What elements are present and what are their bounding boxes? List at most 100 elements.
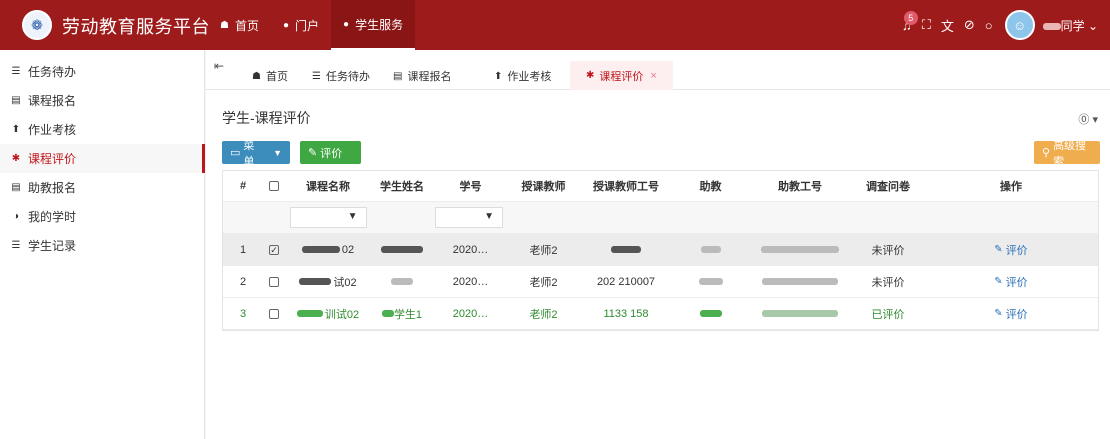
nav-home[interactable]: ☗ 首页 bbox=[208, 0, 271, 50]
course-name-filter[interactable]: ▼ bbox=[285, 202, 371, 233]
blurred-text bbox=[381, 310, 394, 317]
col-assistant-id[interactable]: 助教工号 bbox=[748, 171, 852, 201]
sidebar-item-tasks[interactable]: ☰ 任务待办 bbox=[0, 57, 204, 86]
notification-icon[interactable]: ♫ 5 bbox=[902, 10, 918, 33]
filter-icon[interactable]: ▼ bbox=[348, 211, 358, 222]
folder-icon: ▭ bbox=[230, 147, 241, 159]
course-name-text: 试02 bbox=[333, 276, 357, 289]
student-service-icon: ● bbox=[343, 18, 350, 30]
student-id-filter[interactable]: ▼ bbox=[433, 202, 508, 233]
assistant-id-cell bbox=[748, 266, 852, 297]
col-student-id[interactable]: 学号 bbox=[433, 171, 508, 201]
evaluate-link-inner[interactable]: ✎ 评价 bbox=[994, 242, 1027, 258]
student-id-cell: 2020… bbox=[452, 243, 489, 256]
top-nav: ☗ 首页 ● 门户 ● 学生服务 bbox=[208, 0, 416, 50]
portal-icon: ● bbox=[282, 19, 290, 31]
filter-icon[interactable]: ▼ bbox=[484, 211, 494, 222]
col-student-name[interactable]: 学生姓名 bbox=[371, 171, 433, 201]
tab-label: 课程评价 bbox=[599, 70, 644, 83]
sidebar-item-student-records[interactable]: ☰ 学生记录 bbox=[0, 231, 204, 260]
tab-label: 首页 bbox=[265, 71, 288, 83]
lock-icon[interactable]: ⊘ bbox=[964, 17, 975, 33]
asterisk-icon: ✱ bbox=[11, 153, 21, 164]
collapse-sidebar-icon[interactable]: ⇤ bbox=[214, 59, 224, 73]
advanced-search-button[interactable]: ⚲ 高级搜索 bbox=[1034, 140, 1100, 168]
sidebar-item-my-hours[interactable]: ◑ 我的学时 bbox=[0, 202, 204, 231]
nav-portal-label: 门户 bbox=[295, 18, 320, 33]
checkbox-icon bbox=[269, 181, 279, 191]
translate-icon[interactable]: 文 bbox=[941, 16, 954, 35]
evaluate-link[interactable]: ✎ 评价 bbox=[924, 234, 1098, 265]
table-row[interactable]: 2 试02 2020… 老师2 202 210007 未评价 ✎ 评价 bbox=[223, 266, 1098, 298]
table-row[interactable]: 3 训试02 学生1 2020… 老师2 1133 158 已评价 ✎ 评价 bbox=[223, 298, 1098, 330]
col-teacher-id[interactable]: 授课教师工号 bbox=[579, 171, 673, 201]
col-teacher[interactable]: 授课教师 bbox=[508, 171, 579, 201]
list-icon: ☰ bbox=[11, 66, 21, 77]
menu-button[interactable]: ▭ 菜单 ▼ bbox=[222, 140, 290, 168]
tab-tasks[interactable]: ☰ 任务待办 bbox=[312, 62, 370, 90]
help-icon[interactable]: ⓪ ▾ bbox=[1078, 111, 1098, 127]
blurred-text bbox=[391, 278, 413, 285]
sidebar-item-homework[interactable]: ⬆ 作业考核 bbox=[0, 115, 204, 144]
id-card-icon: ▤ bbox=[11, 95, 21, 106]
evaluate-link-label: 评价 bbox=[1005, 308, 1028, 321]
checkbox-checked-icon: ✓ bbox=[269, 244, 279, 255]
row-checkbox[interactable] bbox=[263, 298, 285, 329]
blurred-text bbox=[761, 246, 839, 253]
avatar[interactable]: ☺ bbox=[1004, 10, 1035, 40]
evaluate-button[interactable]: ✎ 评价 bbox=[300, 141, 361, 164]
sidebar-item-assistant-signup[interactable]: ▤ 助教报名 bbox=[0, 173, 204, 202]
assistant-cell bbox=[673, 234, 748, 265]
user-menu[interactable]: 同学 ⌄ bbox=[1042, 17, 1098, 34]
student-name-cell bbox=[371, 266, 433, 297]
teacher-cell: 老师2 bbox=[529, 244, 558, 257]
tab-home[interactable]: ☗ 首页 bbox=[252, 62, 288, 90]
course-name-cell: 试02 bbox=[285, 266, 371, 297]
search-icon: ⚲ bbox=[1042, 147, 1051, 159]
sidebar-item-label: 作业考核 bbox=[28, 123, 77, 137]
evaluate-link-inner[interactable]: ✎ 评价 bbox=[994, 306, 1027, 322]
notification-badge: 5 bbox=[903, 10, 918, 25]
student-id-filter-input[interactable]: ▼ bbox=[435, 207, 503, 228]
refresh-icon[interactable]: ○ bbox=[985, 18, 993, 33]
col-actions: 操作 bbox=[1000, 181, 1022, 193]
id-card-icon: ▤ bbox=[11, 182, 21, 193]
row-checkbox[interactable]: ✓ bbox=[263, 234, 285, 265]
nav-portal[interactable]: ● 门户 bbox=[271, 0, 331, 50]
row-checkbox[interactable] bbox=[263, 266, 285, 297]
course-name-filter-input[interactable]: ▼ bbox=[289, 207, 367, 228]
evaluate-link[interactable]: ✎ 评价 bbox=[924, 298, 1098, 329]
sidebar-item-label: 助教报名 bbox=[28, 181, 77, 195]
blurred-text bbox=[762, 310, 838, 317]
list-icon: ☰ bbox=[11, 240, 21, 251]
col-index: # bbox=[239, 180, 247, 192]
edit-icon: ✎ bbox=[308, 147, 318, 159]
fullscreen-icon[interactable]: ⛶ bbox=[922, 17, 931, 33]
nav-student-service[interactable]: ● 学生服务 bbox=[331, 0, 416, 50]
close-icon[interactable]: × bbox=[650, 70, 656, 82]
sidebar-item-course-signup[interactable]: ▤ 课程报名 bbox=[0, 86, 204, 115]
top-bar: ❁ 劳动教育服务平台 ☗ 首页 ● 门户 ● 学生服务 ♫ 5 ⛶ 文 ⊘ ○ ☺… bbox=[0, 0, 1110, 50]
col-survey[interactable]: 调查问卷 bbox=[852, 171, 924, 201]
assistant-cell bbox=[673, 266, 748, 297]
col-assistant[interactable]: 助教 bbox=[673, 171, 748, 201]
col-course-name[interactable]: 课程名称 bbox=[285, 171, 371, 201]
select-all-checkbox[interactable] bbox=[263, 171, 285, 201]
filter-row: ▼ ▼ bbox=[223, 202, 1098, 234]
sidebar-item-label: 学生记录 bbox=[28, 239, 77, 253]
evaluate-link-inner[interactable]: ✎ 评价 bbox=[994, 274, 1027, 290]
blurred-text bbox=[698, 278, 723, 285]
course-name-text: 训试02 bbox=[324, 308, 360, 321]
tab-homework[interactable]: ⬆ 作业考核 bbox=[494, 62, 551, 90]
course-name-cell: 02 bbox=[285, 234, 371, 265]
evaluate-link[interactable]: ✎ 评价 bbox=[924, 266, 1098, 297]
blurred-text bbox=[296, 310, 323, 317]
tab-course-signup[interactable]: ▤ 课程报名 bbox=[393, 62, 451, 90]
tab-course-evaluation[interactable]: ✱ 课程评价 × bbox=[570, 61, 673, 90]
top-right-tools: ♫ 5 ⛶ 文 ⊘ ○ ☺ 同学 ⌄ bbox=[892, 0, 1098, 50]
course-name-text: 02 bbox=[341, 243, 355, 256]
course-name-cell: 训试02 bbox=[285, 298, 371, 329]
sidebar-item-course-evaluation[interactable]: ✱ 课程评价 bbox=[0, 144, 205, 173]
table-row[interactable]: 1 ✓ 02 2020… 老师2 未评价 ✎ 评价 bbox=[223, 234, 1098, 266]
evaluate-link-label: 评价 bbox=[1005, 276, 1028, 289]
